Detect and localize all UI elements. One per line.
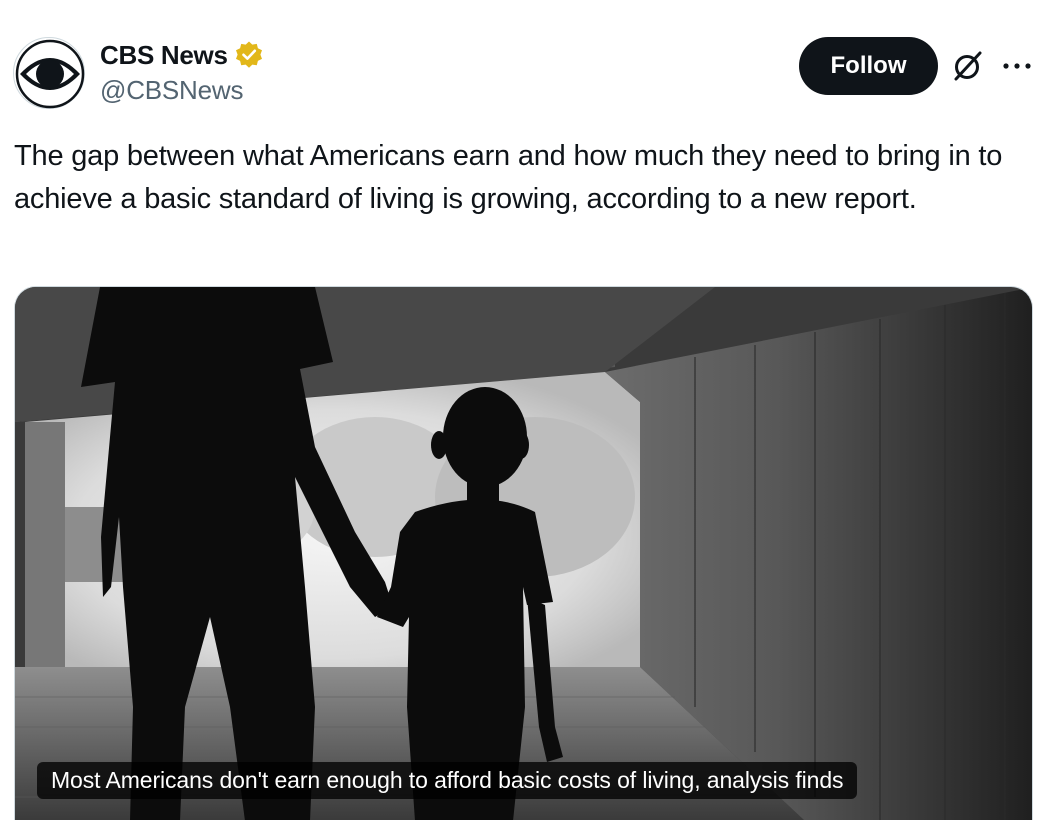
- author-handle[interactable]: @CBSNews: [100, 75, 243, 106]
- silhouette-photo: [15, 287, 1032, 820]
- media-caption: Most Americans don't earn enough to affo…: [37, 762, 858, 799]
- tweet-text: The gap between what Americans earn and …: [14, 140, 1003, 215]
- tweet-media-image[interactable]: Most Americans don't earn enough to affo…: [14, 286, 1033, 820]
- grok-icon[interactable]: [950, 48, 986, 84]
- cbs-eye-logo-icon: [15, 39, 85, 109]
- verified-badge-icon[interactable]: [234, 40, 264, 70]
- author-avatar[interactable]: [13, 37, 85, 109]
- follow-button[interactable]: Follow: [799, 37, 938, 95]
- more-horizontal-icon[interactable]: [1000, 54, 1034, 78]
- tweet-card: CBS News @CBSNews Follow The gap between…: [0, 0, 1052, 820]
- author-name-row: CBS News: [100, 38, 264, 72]
- author-display-name[interactable]: CBS News: [100, 40, 228, 71]
